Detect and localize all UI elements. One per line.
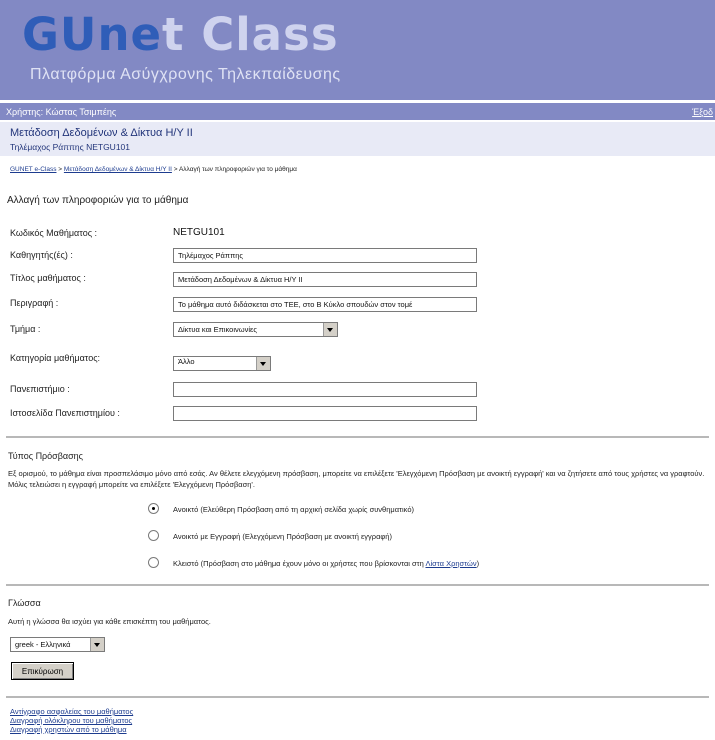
description-input[interactable]: Το μάθημα αυτό διδάσκεται στο ΤΕΕ, στο Β… [173, 297, 477, 312]
department-label: Τμήμα : [10, 324, 41, 334]
course-code-label: Κωδικός Μαθήματος : [10, 228, 98, 238]
logo-text-part3: Class [184, 8, 339, 61]
access-closed-text: Κλειστό (Πρόσβαση στο μάθημα έχουν μόνο … [173, 559, 426, 568]
language-select[interactable]: greek - Ελληνικά [10, 637, 105, 652]
divider [6, 584, 709, 586]
submit-button[interactable]: Επικύρωση [11, 662, 74, 680]
access-registration-label: Ανοικτό με Εγγραφή (Ελεγχόμενη Πρόσβαση … [173, 532, 392, 541]
access-closed-suffix: ) [476, 559, 480, 568]
breadcrumb-course[interactable]: Μετάδοση Δεδομένων & Δίκτυα Η/Υ ΙΙ [64, 166, 172, 173]
course-header: Μετάδοση Δεδομένων & Δίκτυα Η/Υ ΙΙ Τηλέμ… [0, 122, 715, 156]
university-label: Πανεπιστήμιο : [10, 384, 70, 394]
course-code-value: NETGU101 [173, 227, 225, 238]
chevron-down-icon[interactable] [323, 323, 337, 336]
language-title: Γλώσσα [8, 598, 41, 608]
category-label: Κατηγορία μαθήματος: [10, 353, 101, 363]
course-title-input[interactable]: Μετάδοση Δεδομένων & Δίκτυα Η/Υ ΙΙ [173, 272, 477, 287]
current-user: Χρήστης: Κώστας Τσιμπέης [6, 107, 117, 117]
course-title-label: Τίτλος μαθήματος : [10, 273, 86, 283]
divider [6, 436, 709, 438]
chevron-down-icon[interactable] [90, 638, 104, 651]
delete-course-link[interactable]: Διαγραφή ολόκληρου του μαθήματος [10, 716, 132, 725]
user-list-link[interactable]: Λίστα Χρηστών [425, 559, 476, 568]
breadcrumb-separator: > [171, 166, 179, 173]
page-title: Αλλαγή των πληροφοριών για το μάθημα [7, 195, 189, 206]
category-select[interactable]: Άλλο [173, 356, 271, 371]
logo-subtitle: Πλατφόρμα Ασύγχρονης Τηλεκπαίδευσης [30, 66, 341, 83]
logo[interactable]: GUnet Class [22, 10, 339, 60]
header-banner: GUnet Class Πλατφόρμα Ασύγχρονης Τηλεκπα… [0, 0, 715, 100]
department-select[interactable]: Δίκτυα και Επικοινωνίες [173, 322, 338, 337]
language-description: Αυτή η γλώσσα θα ισχύει για κάθε επισκέπ… [8, 617, 211, 626]
instructor-label: Καθηγητής(ές) : [10, 250, 73, 260]
course-info: Τηλέμαχος Ράππης NETGU101 [10, 142, 130, 152]
backup-course-link[interactable]: Αντίγραφο ασφαλείας του μαθήματος [10, 707, 133, 716]
access-open-label: Ανοικτό (Ελεύθερη Πρόσβαση από τη αρχική… [173, 505, 415, 514]
access-open-radio[interactable] [148, 503, 159, 514]
department-selected-value: Δίκτυα και Επικοινωνίες [178, 325, 257, 334]
breadcrumb-home[interactable]: GUNET e-Class [10, 166, 56, 173]
logo-text-part2: t [162, 8, 185, 61]
category-selected-value: Άλλο [178, 357, 195, 366]
user-bar: Χρήστης: Κώστας Τσιμπέης Έξοδ [0, 103, 715, 120]
breadcrumb-current: Αλλαγή των πληροφοριών για το μάθημα [178, 166, 297, 173]
university-website-input[interactable] [173, 406, 477, 421]
logo-text-part1: GUne [22, 8, 163, 61]
university-input[interactable] [173, 382, 477, 397]
access-closed-radio[interactable] [148, 557, 159, 568]
access-closed-label: Κλειστό (Πρόσβαση στο μάθημα έχουν μόνο … [173, 559, 479, 568]
breadcrumb: GUNET e-Class > Μετάδοση Δεδομένων & Δίκ… [10, 166, 297, 173]
access-type-title: Τύπος Πρόσβασης [8, 451, 84, 461]
remove-users-link[interactable]: Διαγραφή χρηστών από το μάθημα [10, 725, 127, 734]
divider [6, 696, 709, 698]
university-website-label: Ιστοσελίδα Πανεπιστημίου : [10, 408, 120, 418]
breadcrumb-separator: > [56, 166, 64, 173]
instructor-input[interactable]: Τηλέμαχος Ράππης [173, 248, 477, 263]
access-type-description: Εξ ορισμού, το μάθημα είναι προσπελάσιμο… [8, 469, 705, 489]
description-label: Περιγραφή : [10, 298, 59, 308]
course-title: Μετάδοση Δεδομένων & Δίκτυα Η/Υ ΙΙ [10, 127, 193, 139]
logout-link[interactable]: Έξοδ [692, 107, 713, 117]
language-selected-value: greek - Ελληνικά [15, 640, 71, 649]
chevron-down-icon[interactable] [256, 357, 270, 370]
access-registration-radio[interactable] [148, 530, 159, 541]
